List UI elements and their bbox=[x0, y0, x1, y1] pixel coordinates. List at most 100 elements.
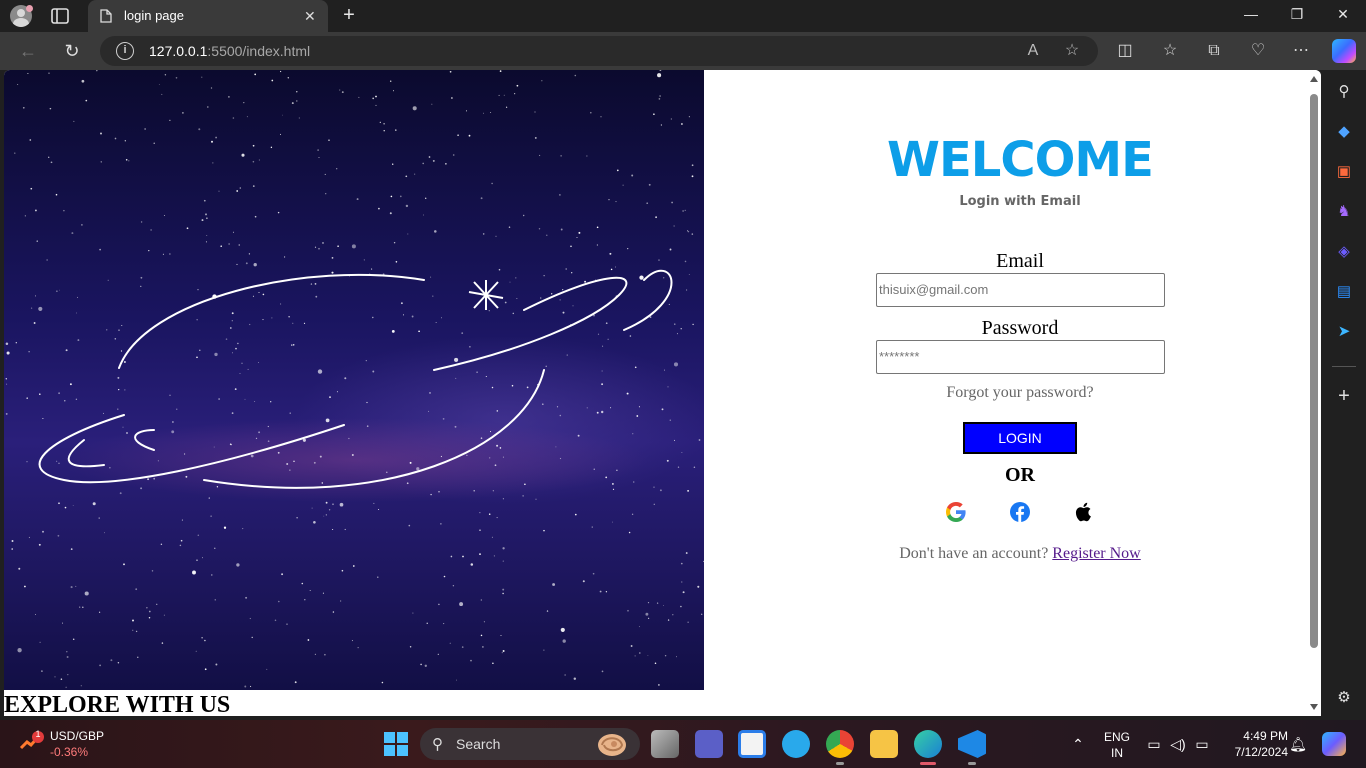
scroll-up-icon[interactable] bbox=[1310, 76, 1318, 82]
star bbox=[600, 116, 602, 118]
windows-taskbar: 1 USD/GBP -0.36% ⚲ Search ⌃ ENG IN ▭ ◁) … bbox=[0, 720, 1366, 768]
battery-icon[interactable]: ▭ bbox=[1192, 734, 1212, 754]
star bbox=[630, 645, 633, 647]
star bbox=[691, 233, 694, 235]
star bbox=[81, 79, 85, 83]
star bbox=[77, 339, 80, 342]
star bbox=[449, 70, 452, 73]
read-aloud-icon[interactable]: A bbox=[1023, 41, 1043, 61]
star bbox=[119, 492, 122, 495]
more-menu-icon[interactable]: ⋯ bbox=[1290, 40, 1312, 62]
network-icon[interactable]: ▭ bbox=[1144, 734, 1164, 754]
teams-icon[interactable] bbox=[695, 730, 723, 758]
collections-icon[interactable]: ⧉ bbox=[1203, 40, 1225, 62]
star bbox=[42, 417, 44, 420]
star bbox=[371, 268, 373, 270]
clock-time[interactable]: 4:49 PM bbox=[1222, 729, 1288, 743]
sidebar-search-icon[interactable]: ⚲ bbox=[1334, 82, 1354, 102]
notifications-icon[interactable]: 🔔︎ bbox=[1288, 734, 1308, 754]
favorites-icon[interactable]: ☆ bbox=[1159, 40, 1181, 62]
sidebar-add-icon[interactable]: + bbox=[1334, 386, 1354, 406]
star bbox=[468, 134, 471, 137]
star bbox=[383, 123, 385, 125]
volume-icon[interactable]: ◁) bbox=[1168, 734, 1188, 754]
star bbox=[344, 528, 346, 531]
url-text[interactable]: 127.0.0.1:5500/index.html bbox=[149, 43, 310, 59]
close-window-icon[interactable]: ✕ bbox=[1332, 6, 1354, 26]
file-explorer-icon[interactable] bbox=[870, 730, 898, 758]
apple-icon[interactable] bbox=[1072, 500, 1096, 524]
email-field[interactable]: thisuix@gmail.com bbox=[876, 273, 1165, 307]
sidebar-shopping-icon[interactable]: ◆ bbox=[1334, 122, 1354, 142]
star bbox=[559, 457, 562, 460]
star bbox=[351, 454, 354, 456]
task-view-icon[interactable] bbox=[651, 730, 679, 758]
tray-overflow-icon[interactable]: ⌃ bbox=[1068, 734, 1088, 754]
address-bar[interactable]: i 127.0.0.1:5500/index.html A ☆ bbox=[100, 36, 1098, 66]
star bbox=[267, 440, 270, 443]
taskbar-search[interactable]: ⚲ Search bbox=[420, 728, 640, 760]
star bbox=[658, 98, 661, 100]
google-icon[interactable] bbox=[944, 500, 968, 524]
restore-icon[interactable]: ❐ bbox=[1286, 6, 1308, 26]
star bbox=[162, 253, 164, 255]
star bbox=[601, 410, 604, 414]
sidebar-settings-icon[interactable]: ⚙ bbox=[1334, 688, 1354, 708]
star bbox=[332, 611, 335, 613]
refresh-icon[interactable]: ↻ bbox=[61, 40, 83, 62]
edge-taskbar-icon[interactable] bbox=[914, 730, 942, 758]
star bbox=[470, 659, 472, 662]
star bbox=[395, 129, 397, 131]
close-tab-icon[interactable]: ✕ bbox=[304, 8, 318, 24]
star bbox=[476, 371, 478, 374]
split-screen-icon[interactable]: ◫ bbox=[1114, 40, 1136, 62]
site-info-icon[interactable]: i bbox=[116, 42, 134, 60]
start-button[interactable] bbox=[384, 732, 408, 756]
tab-title: login page bbox=[124, 8, 184, 23]
telegram-icon[interactable] bbox=[782, 730, 810, 758]
star bbox=[161, 642, 164, 644]
store-icon[interactable] bbox=[738, 730, 766, 758]
vscode-icon[interactable] bbox=[958, 730, 986, 758]
login-button[interactable]: LOGIN bbox=[963, 422, 1077, 454]
star bbox=[36, 240, 38, 242]
tab-actions-icon[interactable] bbox=[50, 7, 70, 25]
browser-essentials-icon[interactable]: ♡ bbox=[1247, 40, 1269, 62]
password-field[interactable]: ******** bbox=[876, 340, 1165, 374]
sidebar-send-icon[interactable]: ➤ bbox=[1334, 322, 1354, 342]
star bbox=[42, 530, 44, 533]
star bbox=[393, 241, 396, 244]
language-line1[interactable]: ENG bbox=[1100, 730, 1134, 744]
star bbox=[409, 645, 412, 648]
copilot-icon[interactable] bbox=[1332, 39, 1356, 63]
back-icon[interactable]: ← bbox=[17, 40, 39, 62]
new-tab-icon[interactable]: + bbox=[339, 5, 359, 27]
star bbox=[196, 356, 198, 359]
star bbox=[313, 520, 316, 524]
scroll-thumb[interactable] bbox=[1310, 94, 1318, 648]
sidebar-copilot-icon[interactable]: ◈ bbox=[1334, 242, 1354, 262]
sidebar-tools-icon[interactable]: ▣ bbox=[1334, 162, 1354, 182]
star bbox=[664, 654, 667, 657]
star bbox=[286, 623, 288, 625]
star bbox=[294, 681, 297, 684]
favorite-star-icon[interactable]: ☆ bbox=[1062, 41, 1082, 61]
copilot-taskbar-icon[interactable] bbox=[1322, 732, 1346, 756]
facebook-icon[interactable] bbox=[1008, 500, 1032, 524]
clock-date[interactable]: 7/12/2024 bbox=[1222, 745, 1288, 759]
page-scrollbar[interactable] bbox=[1307, 70, 1321, 716]
register-now-link[interactable]: Register Now bbox=[1052, 545, 1140, 562]
star bbox=[252, 144, 255, 147]
minimize-icon[interactable]: — bbox=[1240, 6, 1262, 26]
sidebar-outlook-icon[interactable]: ▤ bbox=[1334, 282, 1354, 302]
scroll-down-icon[interactable] bbox=[1310, 704, 1318, 710]
star bbox=[669, 248, 672, 251]
active-tab[interactable]: login page ✕ bbox=[88, 0, 328, 32]
chrome-icon[interactable] bbox=[826, 730, 854, 758]
star bbox=[400, 302, 403, 305]
forgot-password-link[interactable]: Forgot your password? bbox=[704, 384, 1321, 402]
star bbox=[552, 583, 556, 586]
language-line2[interactable]: IN bbox=[1100, 746, 1134, 760]
star bbox=[332, 528, 334, 531]
sidebar-games-icon[interactable]: ♞ bbox=[1334, 202, 1354, 222]
